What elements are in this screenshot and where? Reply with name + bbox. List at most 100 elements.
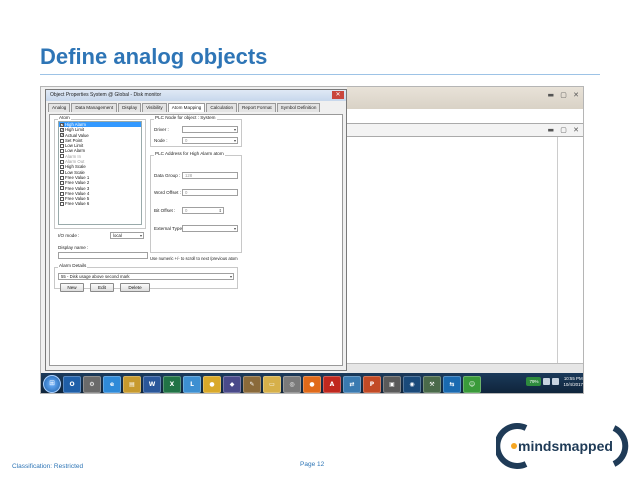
screenshot: ▬ ▢ ✕ ▬ ▢ ✕ Object Properties System @ G… xyxy=(40,86,584,394)
background-window: ▬ ▢ ✕ ▬ ▢ ✕ xyxy=(347,87,583,373)
atom-checkbox[interactable] xyxy=(60,196,64,201)
chevron-down-icon: ▾ xyxy=(233,127,236,132)
plc-address-group xyxy=(150,155,242,253)
atom-checkbox[interactable] xyxy=(60,186,64,191)
dialog-titlebar: Object Properties System @ Global - Disk… xyxy=(46,90,346,101)
windows-taskbar: ⊞ O ⚙ e ▤ W X L ● ◆ ✎ ▭ ◎ ● A ⇄ P ▣ ◉ ⚒ ⇆ ☺ 79% 10:55 PM 10/… xyxy=(41,373,583,393)
tab-display[interactable]: Display xyxy=(118,103,142,112)
chrome-icon[interactable]: ● xyxy=(203,375,221,393)
excel-icon[interactable]: X xyxy=(163,375,181,393)
bit-offset-label: Bit Offset : xyxy=(154,208,176,213)
atom-checkbox[interactable] xyxy=(60,154,64,159)
user-icon[interactable]: ☺ xyxy=(463,375,481,393)
chevron-down-icon: ▾ xyxy=(229,274,232,279)
explorer-icon[interactable]: ▤ xyxy=(123,375,141,393)
chevron-down-icon: ▾ xyxy=(233,226,236,231)
clock-time: 10:55 PM xyxy=(563,376,583,381)
display-name-input[interactable] xyxy=(58,252,148,259)
atom-checkbox[interactable]: ✓ xyxy=(60,122,64,127)
media-icon[interactable]: ◆ xyxy=(223,375,241,393)
plc-address-group-label: PLC Address for High Alarm atom xyxy=(154,151,225,156)
alarm-details-select[interactable]: 55 - Disk usage above second mark ▾ xyxy=(58,273,234,280)
atom-checkbox[interactable]: ✓ xyxy=(60,127,64,132)
tools-icon[interactable]: ⚙ xyxy=(83,375,101,393)
close-icon[interactable]: ✕ xyxy=(332,91,344,99)
page-number: Page 12 xyxy=(300,461,325,468)
atom-mapping-panel: Atom ✓ High Alarm ✓ High Limit ✓ Actual Value… xyxy=(49,114,343,366)
atom-checkbox[interactable] xyxy=(60,165,64,170)
ie-icon[interactable]: e xyxy=(103,375,121,393)
atom-checkbox[interactable] xyxy=(60,202,64,207)
object-properties-dialog: Object Properties System @ Global - Disk… xyxy=(45,89,347,371)
tab-visibility[interactable]: Visibility xyxy=(142,103,167,112)
delete-button[interactable]: Delete xyxy=(120,283,150,292)
atom-list[interactable]: ✓ High Alarm ✓ High Limit ✓ Actual Value Set P… xyxy=(58,121,142,225)
subwindow-controls[interactable]: ▬ ▢ ✕ xyxy=(547,126,581,134)
node-label: Node : xyxy=(154,138,168,143)
display-name-label: Display name : xyxy=(58,245,89,250)
clock[interactable]: 10:55 PM 10/4/2017 xyxy=(563,376,583,387)
background-side-panel xyxy=(557,137,583,373)
outlook-icon[interactable]: O xyxy=(63,375,81,393)
atom-checkbox[interactable] xyxy=(60,191,64,196)
network-tray-icon[interactable] xyxy=(543,378,551,385)
settings-icon[interactable]: ⚒ xyxy=(423,375,441,393)
network-icon[interactable]: ⇄ xyxy=(343,375,361,393)
atom-label: Free Value 6 xyxy=(65,201,90,207)
tab-calculation[interactable]: Calculation xyxy=(206,103,238,112)
node-select[interactable]: 0 ▾ xyxy=(182,137,238,144)
edit-button[interactable]: Edit xyxy=(90,283,114,292)
paint-icon[interactable]: ✎ xyxy=(243,375,261,393)
word-offset-input[interactable]: 0 xyxy=(182,189,238,196)
logo-dot xyxy=(511,443,517,449)
tab-analog[interactable]: Analog xyxy=(48,103,71,112)
external-type-label: External Type : xyxy=(154,226,185,231)
node-value: 0 xyxy=(185,138,188,143)
scroll-hint: Use numeric +/- to scroll to next /previ… xyxy=(150,256,238,261)
data-group-value: 128 xyxy=(185,173,193,178)
atom-checkbox[interactable] xyxy=(60,175,64,180)
dialog-title: Object Properties System @ Global - Disk… xyxy=(50,92,162,98)
viewer-icon[interactable]: ◉ xyxy=(403,375,421,393)
io-mode-select[interactable]: local ▾ xyxy=(110,232,144,239)
plc-node-group-label: PLC Node for object : System xyxy=(154,115,217,120)
lync-icon[interactable]: L xyxy=(183,375,201,393)
atom-checkbox[interactable] xyxy=(60,143,64,148)
atom-checkbox[interactable] xyxy=(60,159,64,164)
background-window-header: ▬ ▢ ✕ xyxy=(347,87,583,109)
atom-checkbox[interactable] xyxy=(60,180,64,185)
battery-indicator[interactable]: 79% xyxy=(526,377,542,386)
bit-offset-value: 0 xyxy=(185,208,188,213)
spinner-icon[interactable]: ⇕ xyxy=(219,208,222,213)
chevron-down-icon: ▾ xyxy=(139,233,142,238)
atom-item[interactable]: Free Value 6 xyxy=(59,201,141,206)
logo-right-arc xyxy=(612,425,629,467)
teamviewer-icon[interactable]: ⇆ xyxy=(443,375,461,393)
io-mode-label: I/O mode : xyxy=(58,233,80,238)
driver-select[interactable]: ▾ xyxy=(182,126,238,133)
tab-symbol-definition[interactable]: Symbol Definition xyxy=(276,103,321,112)
app-icon[interactable]: ◎ xyxy=(283,375,301,393)
atom-checkbox[interactable] xyxy=(60,170,64,175)
volume-tray-icon[interactable] xyxy=(552,378,560,385)
tab-report-format[interactable]: Report Format xyxy=(238,103,276,112)
external-type-select[interactable]: ▾ xyxy=(182,225,238,232)
tab-data-management[interactable]: Data Management xyxy=(71,103,118,112)
monitor-icon[interactable]: ▣ xyxy=(383,375,401,393)
powerpoint-icon[interactable]: P xyxy=(363,375,381,393)
word-icon[interactable]: W xyxy=(143,375,161,393)
atom-checkbox[interactable]: ✓ xyxy=(60,133,64,138)
word-offset-value: 0 xyxy=(185,190,188,195)
data-group-input[interactable]: 128 xyxy=(182,172,238,179)
bit-offset-input[interactable]: 0 ⇕ xyxy=(182,207,224,214)
atom-checkbox[interactable] xyxy=(60,149,64,154)
acrobat-icon[interactable]: A xyxy=(323,375,341,393)
alarm-details-label: Alarm Details xyxy=(58,263,88,268)
window-controls[interactable]: ▬ ▢ ✕ xyxy=(547,91,581,99)
new-button[interactable]: New xyxy=(60,283,84,292)
atom-checkbox[interactable] xyxy=(60,138,64,143)
folder-icon[interactable]: ▭ xyxy=(263,375,281,393)
firefox-icon[interactable]: ● xyxy=(303,375,321,393)
tab-atom-mapping[interactable]: Atom Mapping xyxy=(167,103,206,112)
start-button[interactable]: ⊞ xyxy=(43,375,61,393)
